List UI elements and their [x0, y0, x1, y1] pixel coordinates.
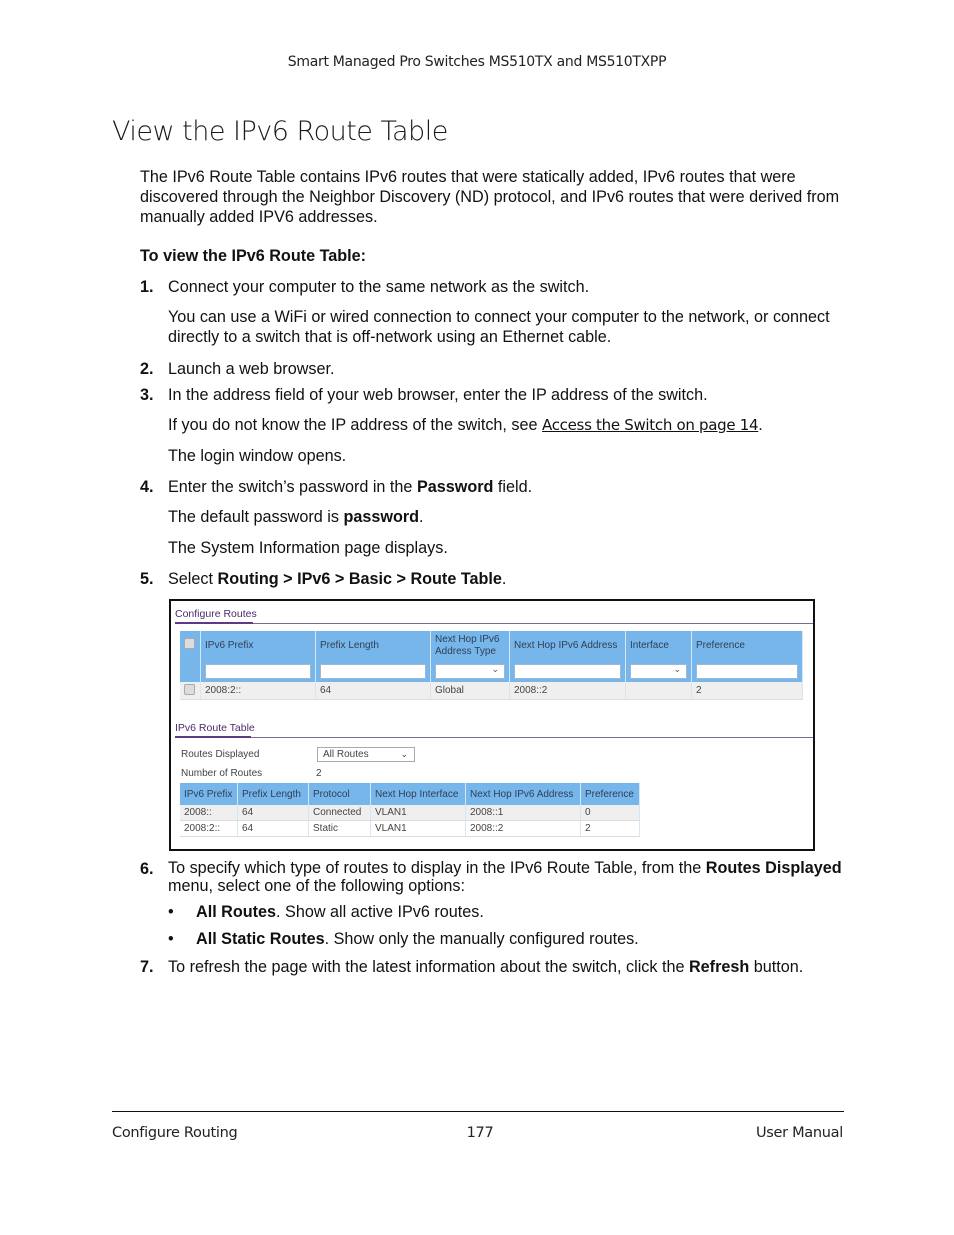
step-text: In the address field of your web browser…: [168, 386, 708, 404]
address-type-select[interactable]: ⌄: [435, 663, 505, 679]
col-header: Preference: [691, 631, 803, 660]
access-switch-link[interactable]: Access the Switch on page 14: [542, 416, 759, 434]
col-header: Next Hop Interface: [370, 783, 466, 805]
col-header: IPv6 Prefix: [180, 783, 238, 805]
row-checkbox[interactable]: [184, 683, 195, 695]
step-number: 1.: [140, 278, 154, 296]
section-divider: [175, 737, 813, 738]
step-text: Enter the switch’s password in the Passw…: [168, 478, 533, 496]
bullet-icon: •: [168, 903, 174, 921]
chevron-down-icon: ⌄: [491, 663, 499, 674]
table-header-row: IPv6 Prefix Prefix Length Protocol Next …: [180, 783, 640, 805]
step-4-default-password: The default password is password.: [168, 508, 424, 526]
step-text: Launch a web browser.: [168, 360, 335, 378]
step-1-note: You can use a WiFi or wired connection t…: [168, 308, 830, 346]
step-number: 6.: [140, 860, 154, 878]
col-header: Prefix Length: [315, 631, 431, 660]
route-table-title: IPv6 Route Table: [175, 722, 255, 734]
bullet-icon: •: [168, 930, 174, 948]
number-of-routes-label: Number of Routes: [181, 768, 263, 779]
step-number: 7.: [140, 958, 154, 976]
cell: 64: [237, 805, 309, 821]
table-row: 2008:2:: 64 Static VLAN1 2008::2 2: [180, 820, 640, 837]
ipv6-route-table: IPv6 Prefix Prefix Length Protocol Next …: [180, 783, 640, 837]
step-text: To refresh the page with the latest info…: [168, 958, 804, 976]
procedure-heading: To view the IPv6 Route Table:: [140, 247, 367, 265]
routes-displayed-label: Routes Displayed: [181, 749, 260, 760]
note-text: If you do not know the IP address of the…: [168, 416, 543, 434]
chevron-down-icon: ⌄: [673, 663, 681, 674]
cell: Static: [308, 820, 371, 837]
cell: VLAN1: [370, 820, 466, 837]
step-number: 3.: [140, 386, 154, 404]
col-header: Interface: [625, 631, 692, 660]
route-table-screenshot: Configure Routes IPv6 Prefix Prefix Leng…: [169, 599, 815, 851]
step-text: Select Routing > IPv6 > Basic > Route Ta…: [168, 570, 507, 588]
cell-address-type: Global: [430, 682, 510, 700]
col-header: Next Hop IPv6 Address: [509, 631, 626, 660]
footer-rule: [112, 1111, 844, 1112]
preference-input[interactable]: [696, 663, 798, 679]
step-number: 5.: [140, 570, 154, 588]
cell: VLAN1: [370, 805, 466, 821]
configure-routes-title: Configure Routes: [175, 608, 257, 620]
col-header: Protocol: [308, 783, 371, 805]
cell-interface: [625, 682, 692, 700]
section-divider: [175, 623, 813, 624]
step-6: 6. To specify which type of routes to di…: [140, 859, 842, 899]
section-underline: [175, 736, 251, 738]
col-header: Preference: [580, 783, 640, 805]
cell-next-hop: 2008::2: [509, 682, 626, 700]
next-hop-address-input[interactable]: [514, 663, 621, 679]
configure-routes-table: IPv6 Prefix Prefix Length Next Hop IPv6 …: [180, 631, 803, 700]
page-title: View the IPv6 Route Table: [112, 116, 448, 147]
cell: 2008:2::: [180, 820, 238, 837]
section-underline: [175, 622, 253, 624]
table-header-row: IPv6 Prefix Prefix Length Next Hop IPv6 …: [180, 631, 803, 660]
step-3-note: If you do not know the IP address of the…: [168, 415, 848, 435]
prefix-length-input[interactable]: [320, 663, 426, 679]
selected-value: All Routes: [323, 749, 369, 760]
cell: 64: [237, 820, 309, 837]
col-header: IPv6 Prefix: [200, 631, 316, 660]
table-row: 2008:2:: 64 Global 2008::2 2: [180, 682, 803, 700]
cell: Connected: [308, 805, 371, 821]
running-header: Smart Managed Pro Switches MS510TX and M…: [287, 54, 667, 70]
note-text: .: [758, 416, 763, 434]
cell-prefix-length: 64: [315, 682, 431, 700]
col-header: Next Hop IPv6 Address: [465, 783, 581, 805]
cell-ipv6-prefix: 2008:2::: [200, 682, 316, 700]
step-3-result: The login window opens.: [168, 447, 347, 465]
filter-row: ⌄ ⌄: [180, 660, 803, 682]
cell: 2008::2: [465, 820, 581, 837]
interface-select[interactable]: ⌄: [630, 663, 687, 679]
footer-doc-type: User Manual: [755, 1125, 843, 1141]
step-number: 2.: [140, 360, 154, 378]
step-number: 4.: [140, 478, 154, 496]
col-header: Next Hop IPv6 Address Type: [430, 631, 510, 660]
cell: 2008::1: [465, 805, 581, 821]
step-4-result: The System Information page displays.: [168, 539, 448, 557]
step-text: To specify which type of routes to displ…: [168, 859, 842, 895]
step-text: Connect your computer to the same networ…: [168, 278, 590, 296]
col-header: Prefix Length: [237, 783, 309, 805]
table-row: 2008:: 64 Connected VLAN1 2008::1 0: [180, 805, 640, 821]
cell: 2: [580, 820, 640, 837]
intro-paragraph: The IPv6 Route Table contains IPv6 route…: [140, 168, 840, 226]
number-of-routes-value: 2: [316, 768, 322, 779]
ipv6-prefix-input[interactable]: [205, 663, 311, 679]
cell: 2008::: [180, 805, 238, 821]
select-all-checkbox[interactable]: [184, 638, 195, 649]
cell: 0: [580, 805, 640, 821]
cell-preference: 2: [691, 682, 803, 700]
routes-displayed-select[interactable]: All Routes ⌄: [317, 747, 415, 762]
chevron-down-icon: ⌄: [400, 749, 408, 759]
